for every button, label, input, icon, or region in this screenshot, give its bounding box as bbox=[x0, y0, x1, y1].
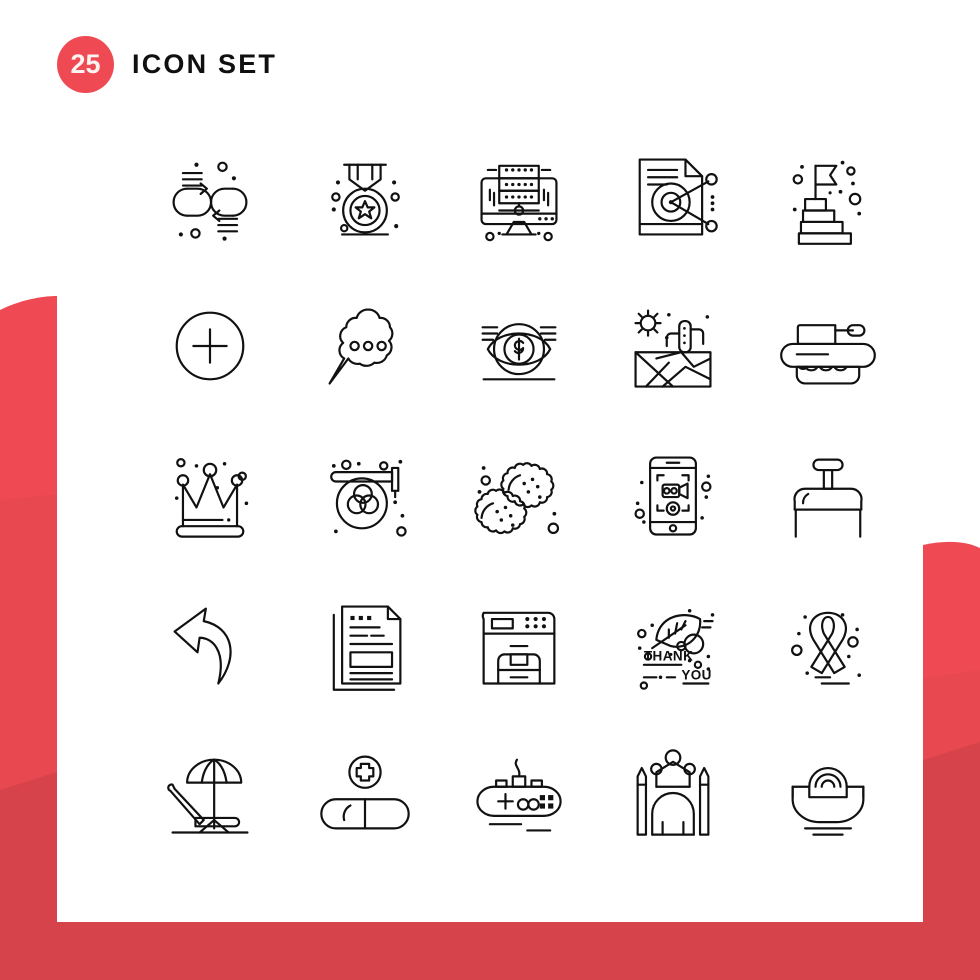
right-red-shape-shade-2 bbox=[923, 742, 980, 922]
icon-grid: THANK YOU bbox=[133, 122, 905, 867]
awareness-ribbon-icon bbox=[790, 611, 861, 685]
paint-roller-color-wheel-icon bbox=[329, 459, 407, 537]
icon-cell-news-document[interactable] bbox=[287, 569, 441, 718]
bowl-steam-icon bbox=[791, 766, 865, 836]
icon-cell-plus-circle-add[interactable] bbox=[133, 271, 287, 420]
document-network-share-icon bbox=[639, 157, 719, 236]
icon-set-poster: 25 ICON SET THANK YOU bbox=[0, 0, 980, 980]
icon-cell-desert-cactus-landscape[interactable] bbox=[596, 271, 750, 420]
icon-cell-smartphone-video-camera[interactable] bbox=[596, 420, 750, 569]
icon-cell-crown[interactable] bbox=[133, 420, 287, 569]
cookies-icon bbox=[474, 461, 560, 534]
king-crown-candles-icon bbox=[636, 748, 710, 836]
icon-cell-beach-chair-umbrella[interactable] bbox=[133, 718, 287, 867]
page-title: ICON SET bbox=[132, 49, 278, 79]
thank-you-leaf-icon: THANK YOU bbox=[637, 608, 715, 690]
icon-cell-pill-medicine-cross[interactable] bbox=[287, 718, 441, 867]
icon-cell-document-network-share[interactable] bbox=[596, 122, 750, 271]
icon-cell-paint-roller-color-wheel[interactable] bbox=[287, 420, 441, 569]
game-controller-icon bbox=[476, 758, 562, 832]
icon-cell-eye-dollar-vision[interactable] bbox=[442, 271, 596, 420]
icon-cell-cookies[interactable] bbox=[442, 420, 596, 569]
content-card: 25 ICON SET THANK YOU bbox=[57, 0, 923, 922]
icon-cell-thank-you-leaf[interactable]: THANK YOU bbox=[596, 569, 750, 718]
icon-cell-printer[interactable] bbox=[442, 569, 596, 718]
icon-cell-medal-award[interactable] bbox=[287, 122, 441, 271]
bottom-red-band bbox=[0, 922, 980, 980]
icon-cell-king-crown-candles[interactable] bbox=[596, 718, 750, 867]
left-red-shape-shade-2 bbox=[0, 772, 57, 922]
news-document-icon bbox=[332, 604, 402, 691]
stairs-flag-goal-icon bbox=[792, 160, 862, 245]
crown-icon bbox=[175, 457, 249, 538]
server-monitor-icon bbox=[480, 164, 558, 241]
icon-cell-awareness-ribbon[interactable] bbox=[751, 569, 905, 718]
beach-chair-umbrella-icon bbox=[167, 758, 249, 834]
eye-dollar-vision-icon bbox=[481, 322, 557, 380]
icon-cell-game-controller[interactable] bbox=[442, 718, 596, 867]
reply-arrow-icon bbox=[173, 607, 232, 685]
medal-award-icon bbox=[330, 163, 400, 236]
icon-cell-military-tank[interactable] bbox=[751, 271, 905, 420]
plus-circle-add-icon bbox=[175, 311, 245, 380]
detonator-plunger-icon bbox=[793, 458, 863, 538]
data-transfer-sync-icon bbox=[172, 161, 248, 241]
icon-count-badge: 25 bbox=[57, 36, 114, 93]
smartphone-video-camera-icon bbox=[634, 455, 712, 536]
icon-cell-server-monitor[interactable] bbox=[442, 122, 596, 271]
military-tank-icon bbox=[779, 323, 876, 385]
icon-cell-detonator-plunger[interactable] bbox=[751, 420, 905, 569]
icon-cell-stairs-flag-goal[interactable] bbox=[751, 122, 905, 271]
pill-medicine-cross-icon bbox=[319, 755, 410, 829]
icon-cell-thought-bubble-dots[interactable] bbox=[287, 271, 441, 420]
icon-cell-data-transfer-sync[interactable] bbox=[133, 122, 287, 271]
desert-cactus-landscape-icon bbox=[634, 309, 712, 388]
icon-cell-bowl-steam[interactable] bbox=[751, 718, 905, 867]
poster-header: 25 ICON SET bbox=[57, 36, 277, 93]
icon-cell-reply-arrow[interactable] bbox=[133, 569, 287, 718]
thought-bubble-dots-icon bbox=[328, 308, 394, 385]
printer-icon bbox=[481, 611, 556, 685]
